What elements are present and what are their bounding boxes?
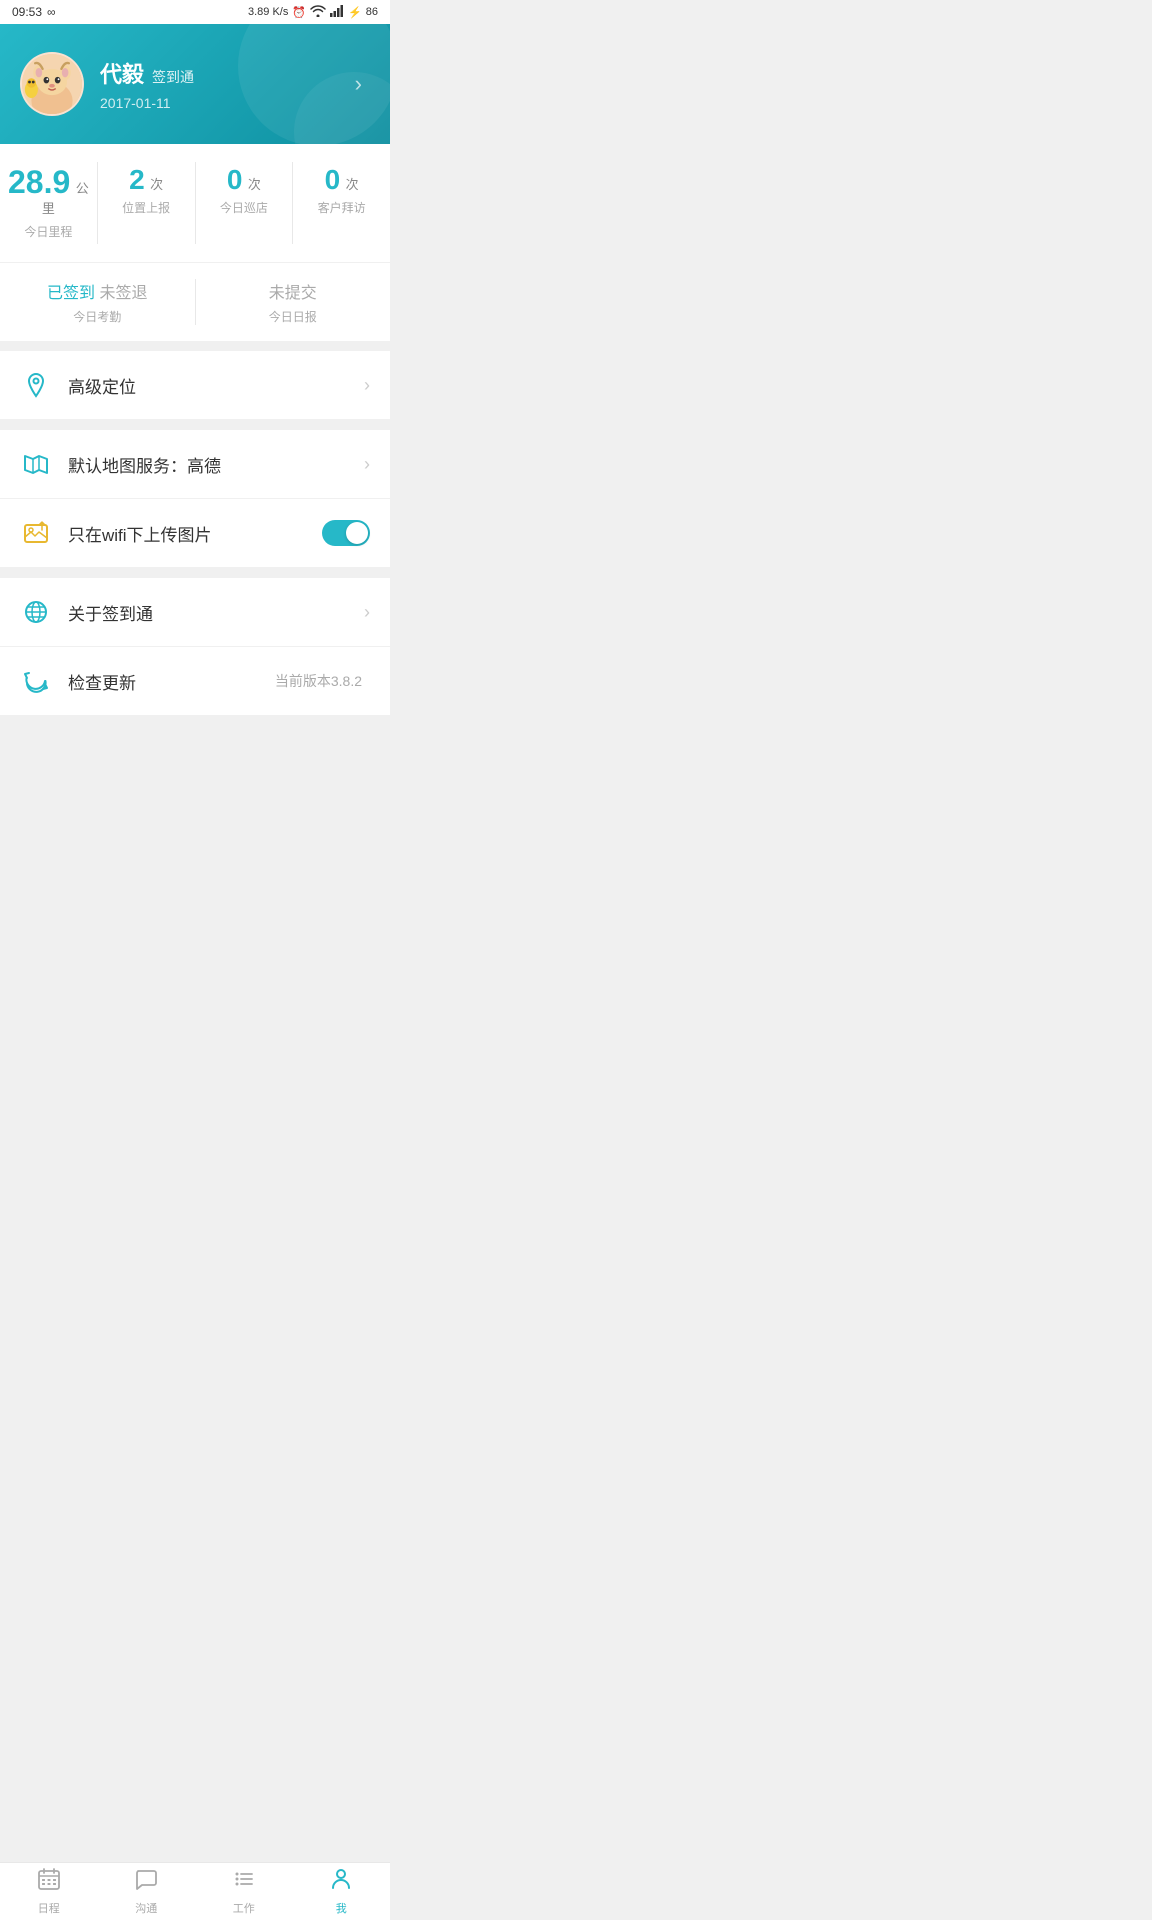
stat-mileage-number: 28.9 [8,164,70,200]
image-upload-icon [20,517,52,549]
nav-item-work[interactable]: 工作 [195,1863,293,1920]
menu-item-wifi-upload[interactable]: 只在wifi下上传图片 [0,499,390,567]
menu-item-advanced-location[interactable]: 高级定位 › [0,351,390,419]
menu-label-check-update: 检查更新 [68,669,275,694]
attendance-signed: 已签到 [47,285,95,302]
menu-chevron-advanced-location: › [364,375,370,396]
current-version: 当前版本3.8.2 [275,671,362,691]
section-divider-2 [0,420,390,430]
calendar-icon [37,1867,61,1897]
stat-location-label: 位置上报 [106,199,187,216]
stat-visit-unit: 次 [346,177,359,192]
attendance-section: 已签到 未签退 今日考勤 未提交 今日日报 [0,263,390,341]
stats-section: 28.9 公里 今日里程 2 次 位置上报 0 次 今日巡店 0 次 客户拜访 [0,144,390,262]
nav-item-schedule[interactable]: 日程 [0,1863,98,1920]
attendance-not-signed-out: 未签退 [99,285,147,302]
stat-patrol-number: 0 [227,164,243,195]
wifi-upload-toggle[interactable] [322,520,370,546]
person-icon [329,1867,353,1897]
menu-section-1: 高级定位 › [0,351,390,419]
globe-icon [20,596,52,628]
menu-label-map-service: 默认地图服务：高德 [68,452,364,477]
stat-patrol: 0 次 今日巡店 [196,162,294,244]
attendance-today-label: 今日考勤 [0,308,195,325]
nav-item-chat[interactable]: 沟通 [98,1863,196,1920]
attendance-report-status: 未提交 [196,279,391,303]
nav-label-me: 我 [336,1900,347,1916]
header-banner[interactable]: 代毅 签到通 2017-01-11 › [0,24,390,144]
wifi-icon [310,5,326,20]
refresh-icon [20,665,52,697]
menu-chevron-about: › [364,602,370,623]
user-date: 2017-01-11 [100,95,347,111]
user-info: 代毅 签到通 2017-01-11 [100,57,347,111]
stat-mileage: 28.9 公里 今日里程 [0,162,98,244]
app-name: 签到通 [152,67,194,87]
stat-location-unit: 次 [150,177,163,192]
status-right: 3.89 K/s ⏰ ⚡ 86 [248,5,378,20]
menu-chevron-map: › [364,454,370,475]
header-chevron-icon[interactable]: › [347,63,370,105]
list-icon [232,1867,256,1897]
stat-visit-label: 客户拜访 [301,199,382,216]
stat-mileage-label: 今日里程 [8,223,89,240]
section-divider-1 [0,341,390,351]
status-infinity: ∞ [47,5,56,19]
user-name: 代毅 [100,57,144,89]
stat-visit: 0 次 客户拜访 [293,162,390,244]
menu-section-2: 默认地图服务：高德 › 只在wifi下上传图片 [0,430,390,567]
menu-item-check-update[interactable]: 检查更新 当前版本3.8.2 [0,647,390,715]
menu-label-about: 关于签到通 [68,600,364,625]
stat-location: 2 次 位置上报 [98,162,196,244]
menu-item-map-service[interactable]: 默认地图服务：高德 › [0,430,390,499]
avatar [20,52,84,116]
nav-label-work: 工作 [233,1900,255,1916]
status-time: 09:53 [12,5,42,19]
stat-location-number: 2 [129,164,145,195]
toggle-knob [346,522,368,544]
section-divider-3 [0,568,390,578]
stat-patrol-unit: 次 [248,177,261,192]
menu-label-advanced-location: 高级定位 [68,373,364,398]
signal-icon [330,5,344,20]
battery-level: 86 [366,6,378,18]
menu-section-3: 关于签到通 › 检查更新 当前版本3.8.2 [0,578,390,715]
bottom-nav: 日程 沟通 工作 我 [0,1862,390,1920]
stat-patrol-label: 今日巡店 [204,199,285,216]
network-speed: 3.89 K/s [248,6,288,18]
clock-icon: ⏰ [292,6,306,19]
stat-visit-number: 0 [325,164,341,195]
nav-label-chat: 沟通 [135,1900,157,1916]
map-icon [20,448,52,480]
attendance-report[interactable]: 未提交 今日日报 [196,279,391,325]
location-icon [20,369,52,401]
chat-icon [134,1867,158,1897]
menu-item-about[interactable]: 关于签到通 › [0,578,390,647]
status-left: 09:53 ∞ [12,5,56,19]
attendance-report-label: 今日日报 [196,308,391,325]
nav-item-me[interactable]: 我 [293,1863,391,1920]
charging-icon: ⚡ [348,6,362,19]
bottom-spacer [0,716,390,784]
status-bar: 09:53 ∞ 3.89 K/s ⏰ ⚡ 86 [0,0,390,24]
attendance-checkin[interactable]: 已签到 未签退 今日考勤 [0,279,196,325]
nav-label-schedule: 日程 [38,1900,60,1916]
menu-label-wifi-upload: 只在wifi下上传图片 [68,521,322,546]
